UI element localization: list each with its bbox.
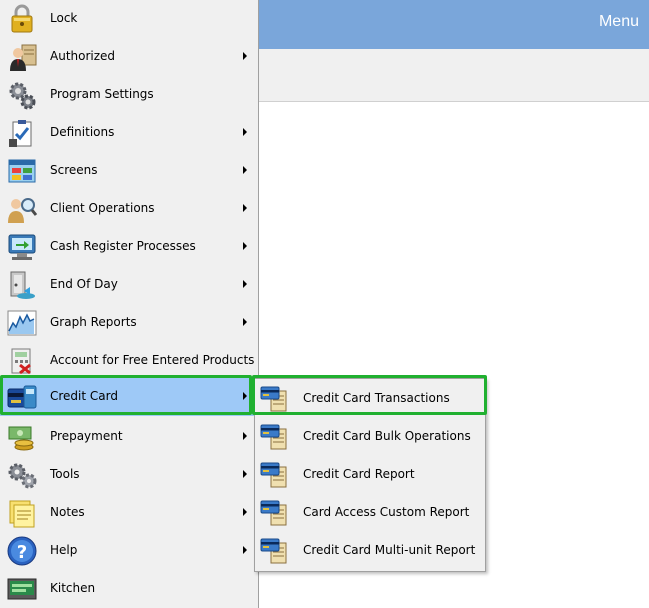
menu-item-account-free-entered-products[interactable]: Account for Free Entered Products: [0, 342, 258, 380]
client-search-icon: [8, 198, 38, 223]
settings-gears-icon: [9, 82, 36, 110]
end-of-day-door-icon: [10, 271, 35, 299]
menu-item-label: Definitions: [50, 125, 115, 139]
menu-item-label: Lock: [50, 11, 78, 25]
menu-item-label: Screens: [50, 163, 98, 177]
submenu-arrow-icon: [243, 128, 247, 136]
credit-card-document-icon: [260, 500, 287, 526]
menu-item-label: Prepayment: [50, 429, 123, 443]
menu-item-label: Authorized: [50, 49, 116, 63]
menu-item-client-operations[interactable]: Client Operations: [0, 190, 258, 228]
menu-item-label: Tools: [50, 467, 80, 481]
credit-card-document-icon: [260, 538, 287, 564]
clipboard-check-icon: [9, 120, 32, 147]
account-calculator-icon: [11, 348, 31, 375]
menu-title[interactable]: Menu: [599, 13, 639, 31]
submenu-item-label: Card Access Custom Report: [303, 505, 470, 519]
submenu-arrow-icon: [243, 432, 247, 440]
submenu-arrow-icon: [243, 508, 247, 516]
menu-item-kitchen[interactable]: Kitchen: [0, 570, 258, 608]
menu-item-program-settings[interactable]: Program Settings: [0, 76, 258, 114]
money-coins-icon: [8, 426, 34, 451]
menu-item-label: Notes: [50, 505, 85, 519]
submenu-item-credit-card-report[interactable]: Credit Card Report: [255, 455, 485, 493]
submenu-arrow-icon: [243, 280, 247, 288]
cash-register-monitor-icon: [8, 234, 36, 260]
submenu-arrow-icon: [243, 204, 247, 212]
credit-card-document-icon: [260, 424, 287, 450]
screens-window-icon: [8, 159, 36, 183]
menu-item-label: Account for Free Entered Products: [50, 353, 255, 367]
menu-item-label: Credit Card: [50, 389, 118, 403]
submenu-arrow-icon: [243, 52, 247, 60]
help-question-icon: ?: [7, 536, 37, 566]
menu-item-label: End Of Day: [50, 277, 118, 291]
submenu-item-label: Credit Card Bulk Operations: [303, 429, 471, 443]
submenu-item-label: Credit Card Transactions: [303, 391, 450, 405]
tools-gears-icon: [8, 463, 37, 489]
menu-item-lock[interactable]: Lock: [0, 0, 258, 38]
submenu-arrow-icon: [243, 546, 247, 554]
submenu-arrow-icon: [243, 166, 247, 174]
submenu-item-credit-card-multi-unit-report[interactable]: Credit Card Multi-unit Report: [255, 531, 485, 569]
header-bar: Menu: [258, 0, 649, 49]
menu-item-label: Kitchen: [50, 581, 96, 595]
submenu-arrow-icon: [243, 318, 247, 326]
submenu-arrow-icon: [243, 470, 247, 478]
menu-item-label: Help: [50, 543, 78, 557]
kitchen-screen-icon: [7, 578, 37, 600]
menu-item-definitions[interactable]: Definitions: [0, 114, 258, 152]
credit-card-submenu: Credit Card Transactions Credit Card Bul…: [254, 378, 486, 572]
submenu-arrow-icon: [243, 242, 247, 250]
menu-item-cash-register-processes[interactable]: Cash Register Processes: [0, 228, 258, 266]
credit-card-terminal-icon: [7, 385, 37, 409]
line-graph-icon: [7, 310, 37, 336]
authorized-users-icon: [10, 44, 37, 71]
menu-item-label: Graph Reports: [50, 315, 137, 329]
menu-item-prepayment[interactable]: Prepayment: [0, 418, 258, 456]
padlock-icon: [11, 4, 33, 33]
credit-card-document-icon: [260, 386, 287, 412]
menu-item-label: Program Settings: [50, 87, 154, 101]
submenu-item-label: Credit Card Multi-unit Report: [303, 543, 476, 557]
menu-item-label: Cash Register Processes: [50, 239, 196, 253]
menu-item-end-of-day[interactable]: End Of Day: [0, 266, 258, 304]
menu-item-credit-card[interactable]: Credit Card: [0, 378, 258, 416]
sticky-notes-icon: [9, 500, 35, 528]
menu-item-label: Client Operations: [50, 201, 155, 215]
submenu-arrow-icon: [243, 392, 247, 400]
submenu-item-credit-card-transactions[interactable]: Credit Card Transactions: [255, 379, 485, 417]
menu-item-help[interactable]: ? Help: [0, 532, 258, 570]
submenu-item-card-access-custom-report[interactable]: Card Access Custom Report: [255, 493, 485, 531]
submenu-item-credit-card-bulk-operations[interactable]: Credit Card Bulk Operations: [255, 417, 485, 455]
main-menu: Lock Authorized Program Settings Definit…: [0, 0, 259, 608]
toolbar-area: [258, 49, 649, 102]
menu-item-authorized[interactable]: Authorized: [0, 38, 258, 76]
menu-item-notes[interactable]: Notes: [0, 494, 258, 532]
menu-item-screens[interactable]: Screens: [0, 152, 258, 190]
menu-item-graph-reports[interactable]: Graph Reports: [0, 304, 258, 342]
svg-text:?: ?: [17, 542, 27, 563]
credit-card-document-icon: [260, 462, 287, 488]
menu-item-tools[interactable]: Tools: [0, 456, 258, 494]
submenu-item-label: Credit Card Report: [303, 467, 415, 481]
